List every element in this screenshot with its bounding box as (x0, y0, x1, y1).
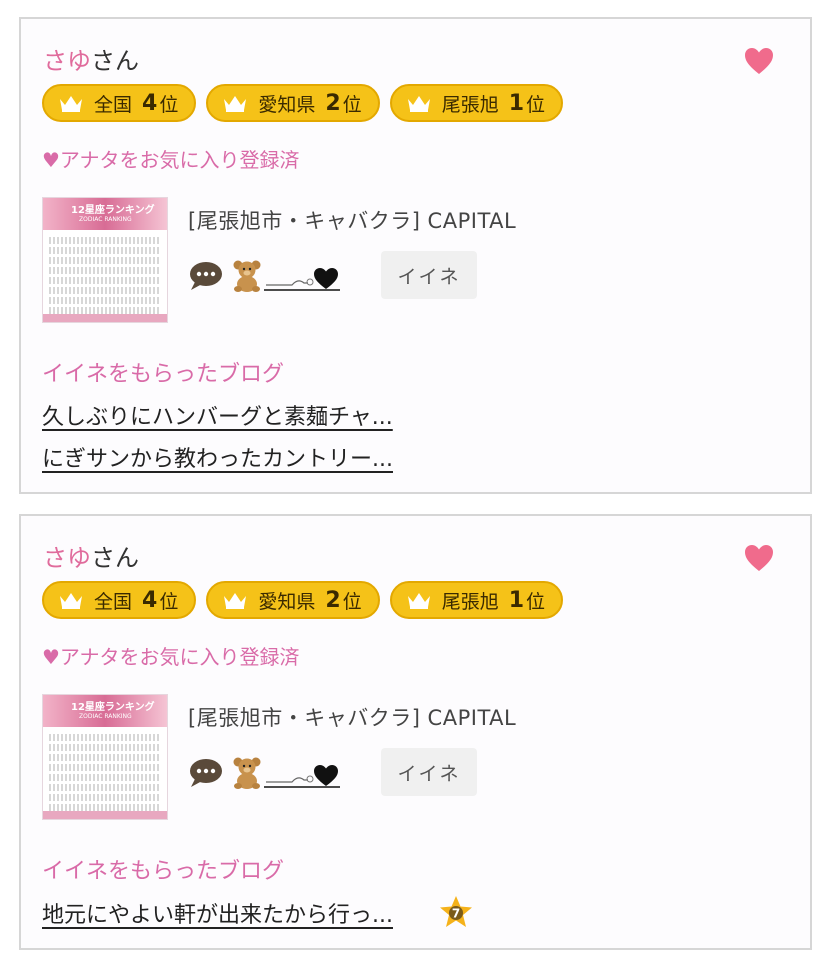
crown-icon (224, 96, 247, 112)
teddy-bear-icon (233, 757, 261, 789)
rank-badges: 全国 4 位 愛知県 2 位 尾張旭 1 位 (42, 84, 564, 122)
thumb-subtitle: ZODIAC RANKING (79, 216, 132, 223)
status-icons (188, 259, 340, 293)
favorite-status: ♥アナタをお気に入り登録済 (42, 645, 300, 669)
liked-blogs-heading: イイネをもらったブログ (42, 362, 285, 387)
rank-badge-national: 全国 4 位 (42, 581, 197, 619)
speech-bubble-icon (190, 759, 222, 787)
rank-badges: 全国 4 位 愛知県 2 位 尾張旭 1 位 (42, 581, 564, 619)
heart-icon[interactable] (744, 544, 774, 572)
rank-badge-prefecture: 愛知県 2 位 (206, 84, 380, 122)
star-badge-icon: 7 (440, 896, 472, 927)
black-heart-icon (264, 268, 340, 291)
heart-icon[interactable] (744, 47, 774, 75)
blog-thumbnail[interactable]: 12星座ランキング ZODIAC RANKING (42, 694, 168, 820)
iine-button[interactable]: イイネ (381, 251, 477, 299)
profile-card: さゆさん 全国 4 位 愛知県 2 位 尾張旭 1 位 ♥アナタをお気に入り登録済 12星座… (19, 17, 812, 494)
rank-badge-national: 全国 4 位 (42, 84, 197, 122)
thumb-title: 12星座ランキング (71, 702, 155, 713)
iine-button[interactable]: イイネ (381, 748, 477, 796)
crown-icon (407, 96, 430, 112)
profile-card: さゆさん 全国 4 位 愛知県 2 位 尾張旭 1 位 ♥アナタをお気に入り登録済 12星座… (19, 514, 812, 950)
blog-link[interactable]: 地元にやよい軒が出来たから行っ... (42, 897, 393, 929)
badge-number: 7 (452, 907, 460, 921)
blog-link[interactable]: にぎサンから教わったカントリー... (42, 441, 393, 473)
crown-icon (60, 96, 82, 112)
rank-badge-city: 尾張旭 1 位 (389, 581, 564, 619)
user-name[interactable]: さゆさん (43, 538, 139, 573)
rank-badge-city: 尾張旭 1 位 (389, 84, 564, 122)
thumb-subtitle: ZODIAC RANKING (79, 713, 132, 720)
thumb-title: 12星座ランキング (71, 205, 155, 216)
shop-name[interactable]: [尾張旭市・キャバクラ] CAPITAL (188, 205, 516, 235)
crown-icon (60, 593, 82, 609)
teddy-bear-icon (233, 260, 261, 292)
status-icons (188, 756, 340, 790)
speech-bubble-icon (190, 262, 222, 290)
user-name[interactable]: さゆさん (43, 41, 139, 76)
crown-icon (407, 593, 430, 609)
black-heart-icon (264, 765, 340, 788)
blog-thumbnail[interactable]: 12星座ランキング ZODIAC RANKING (42, 197, 168, 323)
crown-icon (224, 593, 247, 609)
shop-name[interactable]: [尾張旭市・キャバクラ] CAPITAL (188, 702, 516, 732)
liked-blogs-heading: イイネをもらったブログ (42, 859, 285, 884)
rank-badge-prefecture: 愛知県 2 位 (206, 581, 380, 619)
favorite-status: ♥アナタをお気に入り登録済 (42, 148, 300, 172)
blog-link[interactable]: 久しぶりにハンバーグと素麺チャ... (42, 399, 393, 431)
